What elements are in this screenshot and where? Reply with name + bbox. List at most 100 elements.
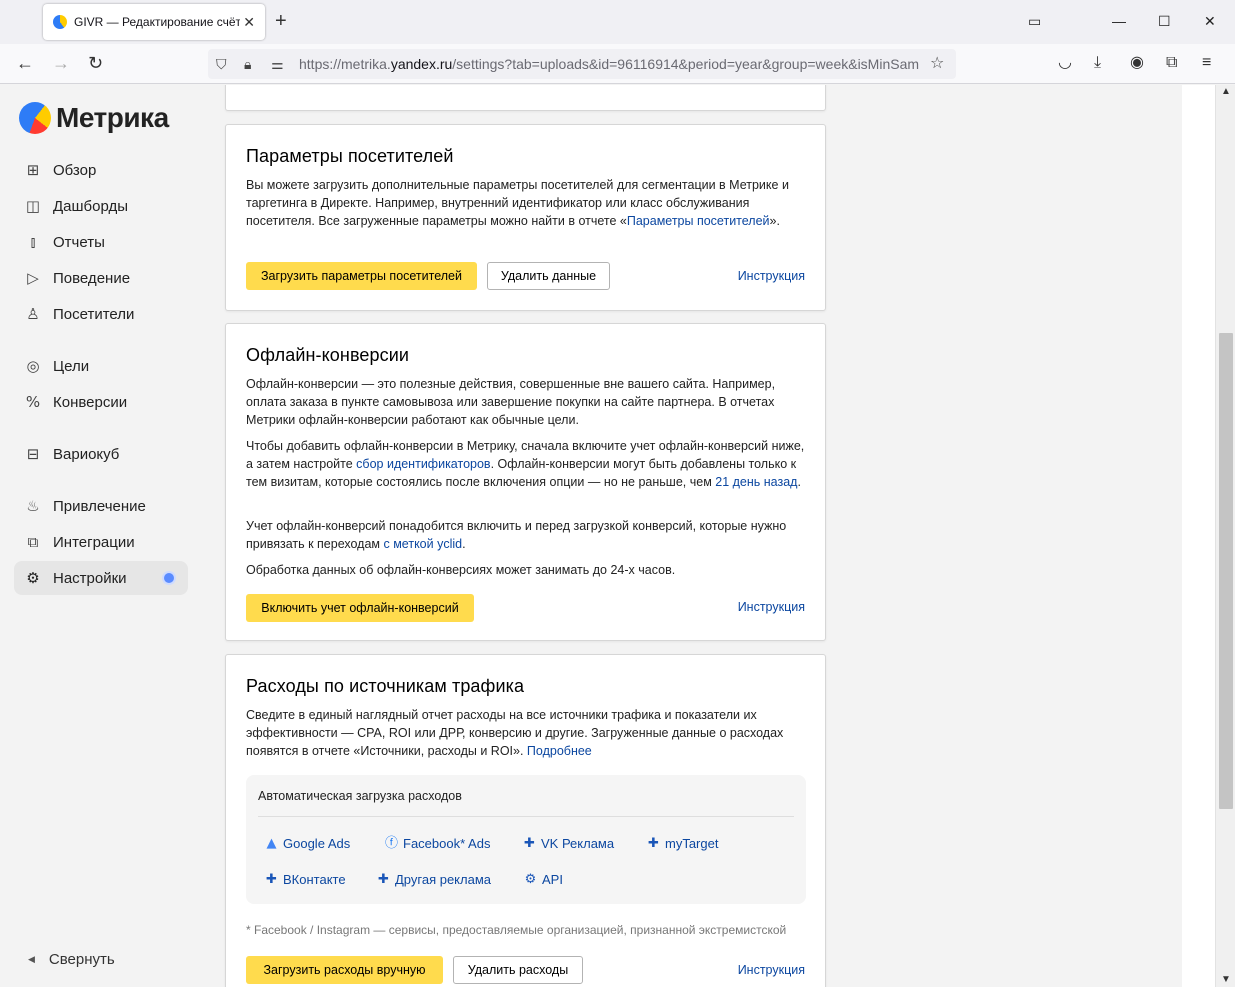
menu-icon[interactable]: ≡ (1202, 53, 1211, 73)
reload-icon[interactable]: ↻ (88, 52, 103, 74)
source-vk-reklama[interactable]: ✚ VK Реклама (522, 836, 614, 851)
expenses-card: Расходы по источникам трафика Сведите в … (225, 654, 826, 987)
close-window-icon[interactable]: ✕ (1204, 12, 1216, 30)
visitor-params-title: Параметры посетителей (246, 146, 454, 166)
forward-icon[interactable]: → (52, 52, 70, 74)
sidebar-item-behavior[interactable]: ▷ Поведение (14, 261, 188, 295)
percent-icon: % (25, 393, 41, 411)
sidebar-item-conversions[interactable]: % Конверсии (14, 385, 188, 419)
integrations-icon: ⧉ (27, 533, 39, 551)
visitor-params-report-link[interactable]: Параметры посетителей (627, 214, 770, 228)
upload-visitor-params-button[interactable]: Загрузить параметры посетителей (246, 262, 477, 290)
account-icon[interactable]: ◉ (1130, 53, 1144, 73)
sidebar-item-dashboards[interactable]: ◫ Дашборды (14, 189, 188, 223)
tab-list-icon[interactable]: ▭ (1028, 12, 1041, 30)
source-facebook-ads[interactable]: ⓕ Facebook* Ads (384, 836, 490, 851)
source-api[interactable]: ⚙ API (523, 872, 563, 887)
user-icon: ♙ (26, 305, 40, 323)
reports-icon: ⫾ (30, 233, 36, 251)
browser-tab[interactable]: GIVR — Редактирование счётч ✕ (43, 4, 265, 40)
scrollbar[interactable]: ▲ ▼ (1215, 85, 1235, 987)
main-content: Параметры посетителей Вы можете загрузит… (201, 85, 1182, 987)
sidebar-item-reports[interactable]: ⫾ Отчеты (14, 225, 188, 259)
pocket-icon[interactable]: ◡ (1058, 53, 1072, 73)
shield-icon[interactable]: ⛉ (216, 55, 227, 73)
source-other-ads[interactable]: ✚ Другая реклама (376, 872, 491, 887)
active-indicator-dot (164, 573, 174, 583)
play-icon: ▷ (27, 269, 39, 287)
expenses-title: Расходы по источникам трафика (246, 676, 525, 696)
extensions-icon[interactable]: ⧉ (1166, 53, 1177, 73)
source-mytarget[interactable]: ✚ myTarget (646, 836, 718, 851)
tab-title: GIVR — Редактирование счётч (74, 15, 240, 29)
collect-ids-link[interactable]: сбор идентификаторов (356, 457, 490, 471)
expenses-instruction-link[interactable]: Инструкция (738, 963, 805, 977)
visitor-params-card: Параметры посетителей Вы можете загрузит… (225, 124, 826, 311)
puzzle-icon: ✚ (266, 872, 277, 887)
chevron-left-icon: ◀ (28, 954, 35, 964)
google-ads-icon: ▲ (266, 836, 277, 851)
favicon-icon (53, 15, 67, 29)
url-text[interactable]: https://metrika.yandex.ru/settings?tab=u… (299, 56, 927, 72)
close-tab-icon[interactable]: ✕ (243, 13, 255, 31)
offline-conversions-p1: Офлайн-конверсии — это полезные действия… (246, 377, 776, 427)
sidebar-item-integrations[interactable]: ⧉ Интеграции (14, 525, 188, 559)
minimize-icon[interactable]: — (1112, 12, 1126, 30)
puzzle-icon: ✚ (524, 836, 535, 851)
more-info-link[interactable]: Подробнее (527, 744, 592, 758)
visitor-params-text: Вы можете загрузить дополнительные парам… (246, 178, 789, 228)
enable-offline-conversions-button[interactable]: Включить учет офлайн-конверсий (246, 594, 474, 622)
grid-icon: ⊞ (26, 161, 40, 179)
browser-nav-bar: ← → ↻ ⛉ 🔒︎ ⚌ https://metrika.yandex.ru/s… (0, 44, 1235, 84)
sidebar-item-overview[interactable]: ⊞ Обзор (14, 153, 188, 187)
download-icon[interactable]: ⤓ (1094, 53, 1101, 73)
upload-expenses-manually-button[interactable]: Загрузить расходы вручную (246, 956, 443, 984)
sidebar-item-settings[interactable]: ⚙ Настройки (14, 561, 188, 595)
facebook-icon: ⓕ (384, 836, 398, 851)
visitor-params-instruction-link[interactable]: Инструкция (738, 269, 805, 283)
collapse-sidebar-button[interactable]: ◀ Свернуть (28, 951, 115, 968)
facebook-footnote: * Facebook / Instagram — сервисы, предос… (246, 923, 787, 937)
offline-conversions-p4: Обработка данных об офлайн-конверсиях мо… (246, 563, 676, 577)
logo[interactable]: Метрика (19, 102, 169, 134)
metrika-logo-icon (19, 102, 51, 134)
previous-card (225, 85, 826, 111)
sidebar-item-visitors[interactable]: ♙ Посетители (14, 297, 188, 331)
maximize-icon[interactable]: ☐ (1158, 12, 1171, 30)
source-vkontakte[interactable]: ✚ ВКонтакте (264, 872, 346, 887)
delete-expenses-button[interactable]: Удалить расходы (453, 956, 583, 984)
bookmark-star-icon[interactable]: ☆ (930, 55, 944, 73)
offline-conversions-p3: Учет офлайн-конверсий понадобится включи… (246, 519, 787, 551)
permissions-icon[interactable]: ⚌ (271, 55, 284, 73)
days-ago-link[interactable]: 21 день назад (715, 475, 797, 489)
offline-conversions-instruction-link[interactable]: Инструкция (738, 600, 805, 614)
sidebar-item-variocube[interactable]: ⊟ Вариокуб (14, 437, 188, 471)
offline-conversions-card: Офлайн-конверсии Офлайн-конверсии — это … (225, 323, 826, 641)
offline-conversions-title: Офлайн-конверсии (246, 345, 410, 365)
sidebar-item-goals[interactable]: ◎ Цели (14, 349, 188, 383)
lock-icon[interactable]: 🔒︎ (244, 55, 251, 73)
gear-icon: ⚙ (524, 872, 537, 887)
yclid-link[interactable]: с меткой yclid (383, 537, 462, 551)
divider (258, 816, 794, 817)
puzzle-icon: ✚ (648, 836, 659, 851)
expenses-text: Сведите в единый наглядный отчет расходы… (246, 708, 784, 758)
scrollbar-thumb[interactable] (1219, 333, 1233, 809)
new-tab-button[interactable]: + (275, 10, 287, 32)
auto-upload-title: Автоматическая загрузка расходов (258, 789, 462, 803)
browser-tab-bar: GIVR — Редактирование счётч ✕ + ▭ — ☐ ✕ (0, 0, 1235, 44)
scroll-down-icon[interactable]: ▼ (1221, 974, 1231, 985)
sidebar-item-acquisition[interactable]: ♨ Привлечение (14, 489, 188, 523)
fire-icon: ♨ (26, 497, 40, 515)
source-google-ads[interactable]: ▲ Google Ads (264, 836, 351, 851)
cube-icon: ⊟ (26, 445, 40, 463)
auto-upload-box: Автоматическая загрузка расходов ▲ Googl… (246, 775, 806, 904)
back-icon[interactable]: ← (16, 52, 34, 74)
delete-data-button[interactable]: Удалить данные (487, 262, 610, 290)
puzzle-icon: ✚ (378, 872, 389, 887)
gear-icon: ⚙ (26, 569, 40, 587)
url-bar[interactable]: ⛉ 🔒︎ ⚌ https://metrika.yandex.ru/setting… (208, 49, 956, 79)
target-icon: ◎ (26, 357, 40, 375)
offline-conversions-p2: Чтобы добавить офлайн-конверсии в Метрик… (246, 439, 805, 489)
scroll-up-icon[interactable]: ▲ (1221, 86, 1231, 97)
